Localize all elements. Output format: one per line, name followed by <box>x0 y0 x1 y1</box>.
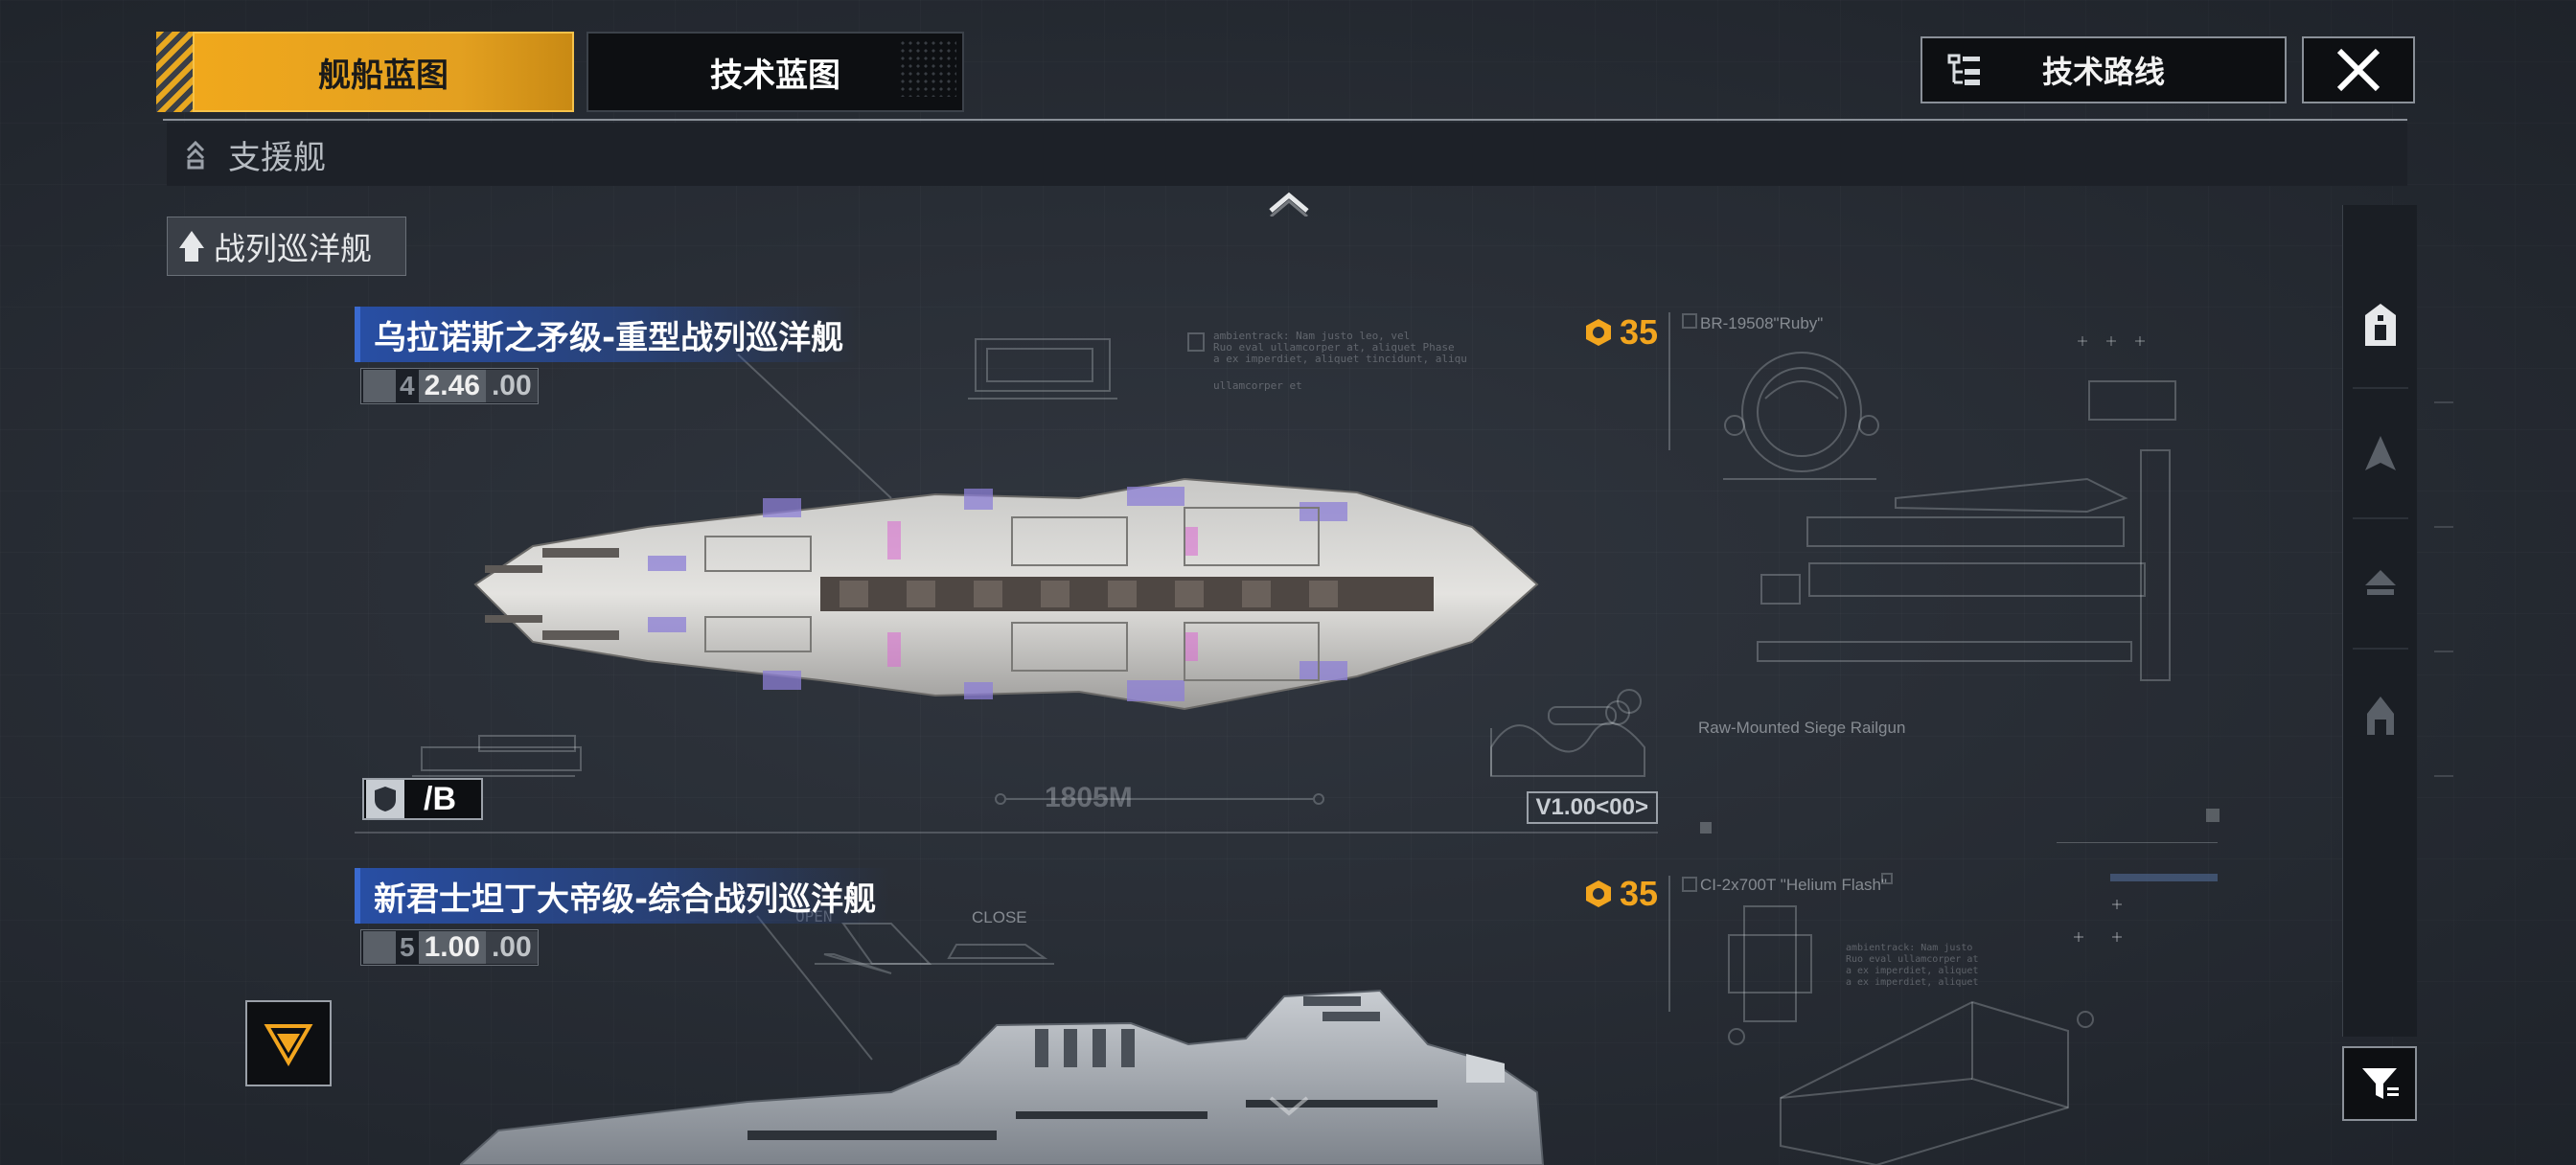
chevron-up-icon[interactable] <box>1267 188 1311 217</box>
ship-cost-value: 35 <box>1619 874 1658 913</box>
ship-name: 乌拉诺斯之矛级-重型战列巡洋舰 <box>355 307 858 362</box>
subcategory-battlecruiser[interactable]: 战列巡洋舰 <box>167 217 406 276</box>
filter-icon <box>2362 1068 2399 1099</box>
background-ruler <box>2434 401 2453 777</box>
ship-class-rail <box>2342 205 2417 1037</box>
ship-class-icon <box>363 931 396 964</box>
ship-name: 新君士坦丁大帝级-综合战列巡洋舰 <box>355 868 890 924</box>
tab-tech-blueprint-label: 技术蓝图 <box>710 56 840 95</box>
category-label: 支援舰 <box>228 138 326 177</box>
close-button[interactable] <box>2302 36 2415 103</box>
cost-icon <box>1585 319 1611 346</box>
triangle-down-icon <box>264 1024 313 1066</box>
chevron-down-icon[interactable] <box>1265 1092 1313 1121</box>
filter-button[interactable] <box>2342 1046 2417 1121</box>
rail-divider <box>2353 387 2408 389</box>
svg-text:a ex imperdiet, aliquet tincid: a ex imperdiet, aliquet tincidunt, aliqu <box>1213 353 1467 365</box>
subcategory-label: 战列巡洋舰 <box>214 230 372 267</box>
weapon-blueprint <box>1668 312 2220 843</box>
ship-version-info: 5 1.00 .00 <box>360 929 539 966</box>
rail-divider <box>2353 517 2408 519</box>
tab-ship-blueprint-label: 舰船蓝图 <box>318 56 448 95</box>
tech-route-button[interactable]: 技术路线 <box>1920 36 2287 103</box>
top-divider <box>163 119 2407 121</box>
ship-version-suffix: .00 <box>485 370 538 402</box>
ship-grade: /B <box>362 778 483 820</box>
ship-card[interactable]: ambientrack: Nam justo leo, vel Ruo eval… <box>355 307 1658 843</box>
ship-card[interactable]: OPEN CLOSE 新君士坦丁大帝级-综合战列巡洋舰 5 1.00 .00 3… <box>355 868 1658 1165</box>
ship-tier: 5 <box>400 932 415 962</box>
weapon-code: BR-19508"Ruby" <box>1700 314 1824 332</box>
svg-text:a ex imperdiet, aliquet: a ex imperdiet, aliquet <box>1846 977 1978 988</box>
category-header[interactable]: 支援舰 <box>167 123 2407 186</box>
tech-route-label: 技术路线 <box>2041 54 2165 90</box>
ship-name-text: 新君士坦丁大帝级-综合战列巡洋舰 <box>374 879 877 919</box>
rail-divider <box>2353 648 2408 650</box>
ship-name-text: 乌拉诺斯之矛级-重型战列巡洋舰 <box>374 318 844 357</box>
ship-cost: 35 <box>1583 312 1658 353</box>
svg-text:ambientrack: Nam justo: ambientrack: Nam justo <box>1846 943 1972 953</box>
weapon-name: Raw-Mounted Siege Railgun <box>1698 719 1906 737</box>
tab-stripe-decor <box>156 32 193 112</box>
tab-tech-blueprint[interactable]: 技术蓝图 <box>586 32 964 112</box>
weapon-info-panel: ambientrack: Nam justo Ruo eval ullamcor… <box>1666 868 2221 1165</box>
svg-text:a ex imperdiet, aliquet: a ex imperdiet, aliquet <box>1846 966 1978 976</box>
carrier-icon <box>2365 570 2396 595</box>
ship-grade-label: /B <box>424 780 456 817</box>
svg-text:Ruo eval ullamcorper at: Ruo eval ullamcorper at <box>1846 954 1978 965</box>
scroll-down-button[interactable] <box>245 1000 332 1086</box>
ship-version-suffix: .00 <box>485 931 538 964</box>
cost-icon <box>1585 880 1611 907</box>
ship-cost-value: 35 <box>1619 312 1658 352</box>
svg-text:ullamcorper et: ullamcorper et <box>1213 379 1302 392</box>
rail-item-cruiser[interactable] <box>2343 653 2418 778</box>
ship-tier: 4 <box>400 371 415 400</box>
battlecruiser-icon <box>179 231 204 262</box>
shield-icon <box>366 780 404 818</box>
ship-length: 1805M <box>1045 782 1133 813</box>
weapon-blueprint: ambientrack: Nam justo Ruo eval ullamcor… <box>1668 873 2218 1165</box>
tree-list-icon <box>1947 54 1980 85</box>
ship-class-icon <box>363 370 396 402</box>
blueprint-close-label: CLOSE <box>972 908 1027 926</box>
close-icon <box>2336 48 2380 92</box>
tab-ship-blueprint[interactable]: 舰船蓝图 <box>193 32 574 112</box>
ship-image[interactable] <box>456 441 1549 747</box>
rail-item-support[interactable] <box>2343 263 2418 387</box>
ship-cost: 35 <box>1583 874 1658 914</box>
ship-image[interactable] <box>460 987 1552 1165</box>
ship-model-version: V1.00<00> <box>1526 791 1658 824</box>
weapon-info-panel: BR-19508"Ruby" Raw-Mounted Siege Railgun <box>1666 307 2221 843</box>
cruiser-icon <box>2367 697 2394 735</box>
support-ship-icon <box>2365 304 2396 346</box>
ship-version: 2.46 <box>418 370 486 402</box>
ship-version: 1.00 <box>418 931 486 964</box>
support-ship-icon <box>186 140 205 170</box>
card-divider <box>355 832 1658 834</box>
rail-item-battlecruiser[interactable] <box>2343 393 2418 517</box>
ship-version-info: 4 2.46 .00 <box>360 368 539 404</box>
rail-item-carrier[interactable] <box>2343 521 2418 646</box>
battlecruiser-icon <box>2365 436 2396 470</box>
weapon-code: CI-2x700T "Helium Flash" <box>1700 876 1888 894</box>
